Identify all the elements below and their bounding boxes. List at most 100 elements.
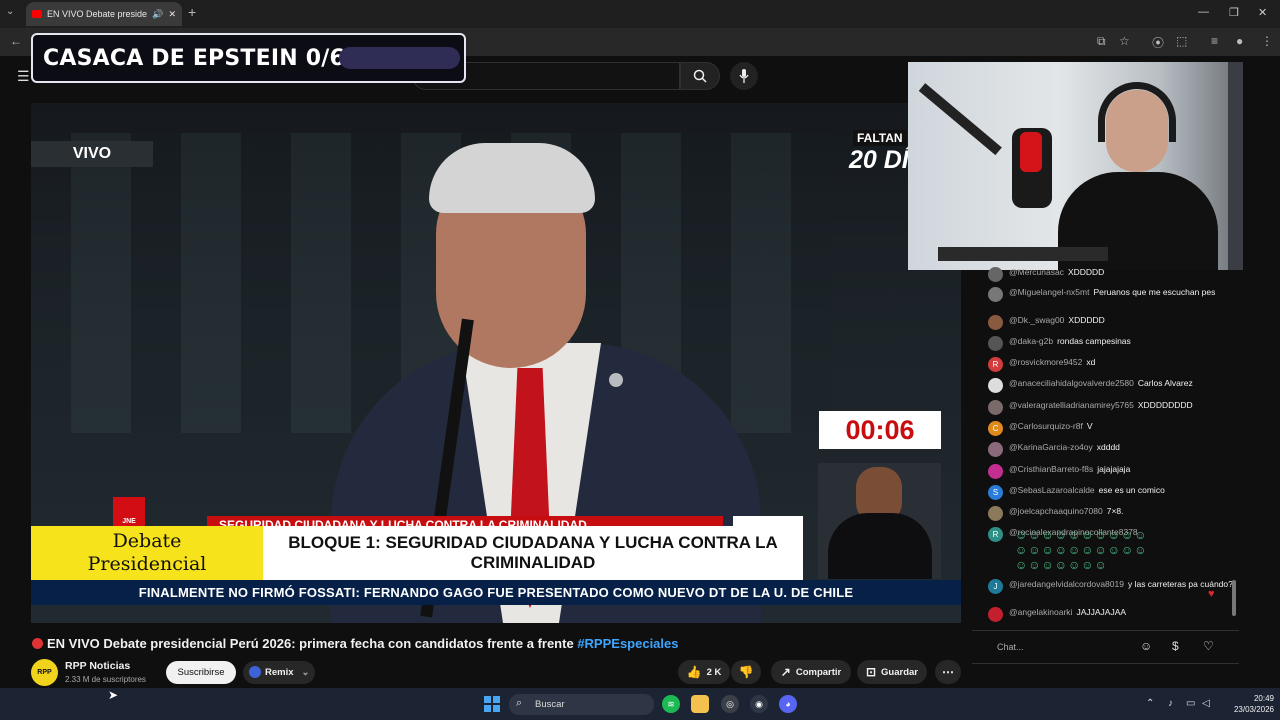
- chat-avatar[interactable]: [988, 336, 1003, 351]
- voice-search-button[interactable]: [730, 62, 758, 90]
- chat-message[interactable]: @angelakinoarki JAJJAJAJAA: [973, 607, 1235, 622]
- share-button[interactable]: ↗ Compartir: [771, 660, 851, 684]
- install-icon[interactable]: ⧉: [1097, 34, 1106, 49]
- chat-username[interactable]: @Carlosurquizo-r8f: [1009, 421, 1083, 431]
- chat-message[interactable]: S @SebasLazaroalcalde ese es un comico: [973, 485, 1235, 500]
- chat-username[interactable]: @Dk._swag00: [1009, 315, 1064, 325]
- lapel-pin: [609, 373, 623, 387]
- chat-message[interactable]: J @jaredangelvidalcordova8019 y las carret…: [973, 579, 1235, 594]
- chat-avatar[interactable]: [988, 506, 1003, 521]
- remix-button[interactable]: Remix ⌄: [243, 661, 315, 684]
- countdown-days: 20 DÍ: [849, 146, 909, 174]
- chat-username[interactable]: @daka-g2b: [1009, 336, 1053, 346]
- like-button[interactable]: 👍 2 K: [678, 660, 730, 684]
- overlay-title-text: CASACA DE EPSTEIN 0/6: [43, 45, 345, 71]
- chat-message[interactable]: @Miguelangel-nx5mt Peruanos que me escuch…: [973, 287, 1235, 302]
- more-actions-button[interactable]: ⋯: [935, 660, 961, 684]
- subscribe-button[interactable]: Suscribirse: [166, 661, 236, 684]
- chat-username[interactable]: @KarinaGarcia-zo4oy: [1009, 442, 1093, 452]
- mic-arm: [918, 83, 1002, 156]
- save-button[interactable]: ⊡ Guardar: [857, 660, 927, 684]
- chat-username[interactable]: @joelcapchaaquino7080: [1009, 506, 1103, 516]
- chat-username[interactable]: @angelakinoarki: [1009, 607, 1072, 617]
- new-tab-button[interactable]: +: [188, 4, 196, 20]
- heart-icon[interactable]: ♡: [1203, 639, 1214, 653]
- chat-username[interactable]: @Mercunasac: [1009, 267, 1064, 277]
- chat-message[interactable]: @CristhianBarreto-f8s jajajajaja: [973, 464, 1235, 479]
- volume-icon[interactable]: ◁: [1202, 698, 1210, 709]
- chat-avatar[interactable]: [988, 378, 1003, 393]
- chat-username[interactable]: @valeragratelliadrianamirey5765: [1009, 400, 1134, 410]
- chat-message[interactable]: @Mercunasac XDDDDD: [973, 267, 1235, 282]
- windows-start-icon[interactable]: [484, 696, 500, 712]
- chat-username[interactable]: @Miguelangel-nx5mt: [1009, 287, 1089, 297]
- chat-username[interactable]: @rosvickmore9452: [1009, 357, 1082, 367]
- chat-scrollbar[interactable]: [1232, 580, 1236, 616]
- chat-message[interactable]: @anaceciliahidalgovalverde2580 Carlos Alv…: [973, 378, 1235, 393]
- extension-icon[interactable]: ⦿: [1152, 34, 1164, 51]
- overlay-progress-pill: [339, 47, 460, 69]
- chat-message[interactable]: C @Carlosurquizo-r8f V: [973, 421, 1235, 436]
- media-icon[interactable]: ≡: [1211, 34, 1218, 48]
- puzzle-icon[interactable]: ⬚: [1176, 34, 1187, 48]
- hamburger-menu-icon[interactable]: ☰: [17, 68, 30, 85]
- chat-avatar[interactable]: [988, 464, 1003, 479]
- chat-input[interactable]: Chat...: [987, 636, 1137, 658]
- channel-name[interactable]: RPP Noticias: [65, 660, 130, 672]
- dislike-button[interactable]: 👎: [731, 660, 761, 684]
- maximize-icon[interactable]: ❐: [1229, 6, 1239, 19]
- chat-avatar[interactable]: [988, 315, 1003, 330]
- audio-icon[interactable]: 🔊: [152, 9, 163, 20]
- mic-tray-icon[interactable]: ♪: [1168, 698, 1173, 709]
- discord-icon[interactable]: ◕: [779, 695, 797, 713]
- live-chat[interactable]: @Mercunasac XDDDDD @Miguelangel-nx5mt Perua…: [973, 267, 1239, 632]
- chat-message[interactable]: @daka-g2b rondas campesinas: [973, 336, 1235, 351]
- tab-search-icon[interactable]: ⌄: [6, 6, 14, 17]
- taskbar-search[interactable]: ⌕ Buscar: [509, 694, 654, 715]
- file-explorer-icon[interactable]: [691, 695, 709, 713]
- chat-avatar[interactable]: [988, 400, 1003, 415]
- chat-avatar[interactable]: S: [988, 485, 1003, 500]
- close-tab-icon[interactable]: ✕: [168, 9, 176, 20]
- hashtag-link[interactable]: #RPPEspeciales: [577, 636, 678, 651]
- more-menu-icon[interactable]: ⋮: [1261, 34, 1273, 48]
- emoji-icon[interactable]: ☺: [1140, 639, 1152, 653]
- chat-avatar[interactable]: [988, 607, 1003, 622]
- chat-avatar[interactable]: C: [988, 421, 1003, 436]
- spotify-icon[interactable]: ≋: [662, 695, 680, 713]
- video-player[interactable]: VIVO FALTAN 20 DÍ 00:06 JNE SEGURIDAD CI…: [31, 103, 961, 623]
- tray-chevron-icon[interactable]: ⌃: [1146, 698, 1154, 709]
- obs-icon[interactable]: ◉: [750, 695, 768, 713]
- profile-avatar[interactable]: ●: [1236, 34, 1243, 48]
- bookmark-star-icon[interactable]: ☆: [1119, 34, 1130, 48]
- network-icon[interactable]: ▭: [1186, 698, 1195, 709]
- heart-reaction-icon: ♥: [1208, 588, 1215, 600]
- chat-avatar[interactable]: [988, 267, 1003, 282]
- chat-username[interactable]: @SebasLazaroalcalde: [1009, 485, 1095, 495]
- chat-username[interactable]: @anaceciliahidalgovalverde2580: [1009, 378, 1134, 388]
- close-window-icon[interactable]: ✕: [1258, 6, 1267, 19]
- back-arrow-icon[interactable]: ←: [10, 34, 22, 48]
- chat-avatar[interactable]: [988, 442, 1003, 457]
- chrome-icon[interactable]: ◎: [721, 695, 739, 713]
- chat-text: xd: [1086, 357, 1096, 367]
- chat-message[interactable]: @valeragratelliadrianamirey5765 XDDDDDDDD: [973, 400, 1235, 415]
- chat-message-text: @Miguelangel-nx5mt Peruanos que me escuch…: [1009, 287, 1215, 298]
- minimize-icon[interactable]: —: [1198, 6, 1209, 18]
- chat-message[interactable]: @KarinaGarcia-zo4oy xdddd: [973, 442, 1235, 457]
- browser-tab[interactable]: EN VIVO Debate preside... 🔊 ✕: [26, 2, 182, 26]
- chat-avatar[interactable]: R: [988, 357, 1003, 372]
- chat-message[interactable]: @joelcapchaaquino7080 7×8.: [973, 506, 1235, 521]
- chat-avatar[interactable]: J: [988, 579, 1003, 594]
- chat-message[interactable]: @Dk._swag00 XDDDDD: [973, 315, 1235, 330]
- taskbar-clock[interactable]: 20:49 23/03/2026: [1218, 693, 1274, 715]
- chat-username[interactable]: @jaredangelvidalcordova8019: [1009, 579, 1124, 589]
- chat-avatar[interactable]: [988, 287, 1003, 302]
- chat-message[interactable]: R @rosvickmore9452 xd: [973, 357, 1235, 372]
- thumbs-up-icon: 👍: [686, 665, 702, 679]
- chat-avatar[interactable]: R: [988, 527, 1003, 542]
- search-button[interactable]: [680, 62, 720, 90]
- super-chat-icon[interactable]: $: [1172, 639, 1179, 653]
- chat-username[interactable]: @CristhianBarreto-f8s: [1009, 464, 1093, 474]
- channel-avatar[interactable]: RPP: [31, 659, 58, 686]
